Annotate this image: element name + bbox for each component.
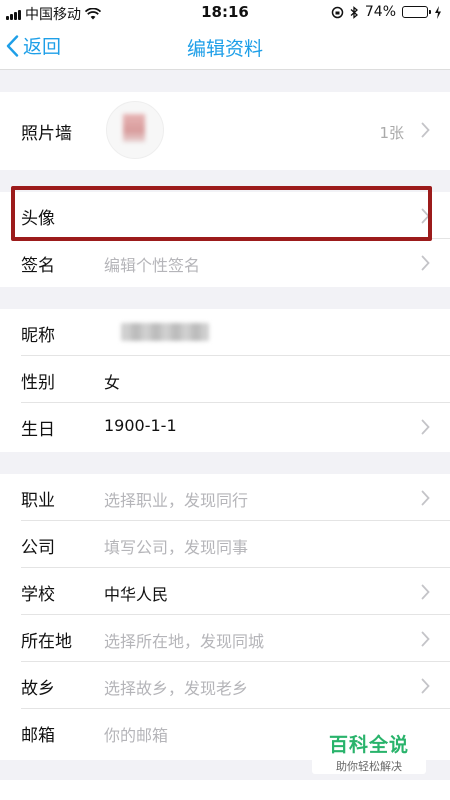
nickname-value-blurred <box>121 323 209 341</box>
email-placeholder: 你的邮箱 <box>104 726 169 745</box>
hometown-label: 故乡 <box>21 679 55 699</box>
location-row[interactable]: 所在地 选择所在地，发现同城 <box>21 615 450 662</box>
chevron-right-icon <box>421 678 430 694</box>
birthday-label: 生日 <box>21 420 55 440</box>
photo-wall-row[interactable]: 照片墙 1张 <box>21 92 450 170</box>
battery-icon <box>402 6 431 18</box>
signature-label: 签名 <box>21 256 55 276</box>
signature-placeholder: 编辑个性签名 <box>104 256 201 275</box>
birthday-value: 1900-1-1 <box>104 416 177 435</box>
nav-bar: 返回 编辑资料 <box>0 24 450 70</box>
chevron-right-icon <box>421 122 430 138</box>
photo-count: 1张 <box>379 124 404 142</box>
chevron-right-icon <box>421 631 430 647</box>
watermark-title: 百科全说 <box>328 734 409 756</box>
chevron-right-icon <box>421 255 430 271</box>
chevron-right-icon <box>421 490 430 506</box>
profile-group: 头像 签名 编辑个性签名 <box>0 192 450 287</box>
status-right: 74% <box>331 4 442 20</box>
photo-wall-group: 照片墙 1张 <box>0 92 450 170</box>
birthday-row[interactable]: 生日 1900-1-1 <box>21 403 450 450</box>
school-row[interactable]: 学校 中华人民 <box>21 568 450 615</box>
basic-info-group: 昵称 性别 女 生日 1900-1-1 <box>0 309 450 452</box>
photo-thumbnail[interactable] <box>106 101 164 159</box>
chevron-right-icon <box>421 419 430 435</box>
gender-row[interactable]: 性别 女 <box>21 356 450 403</box>
nickname-label: 昵称 <box>21 326 55 346</box>
chevron-right-icon <box>421 584 430 600</box>
hometown-placeholder: 选择故乡，发现老乡 <box>104 679 249 698</box>
partial-row <box>0 780 450 800</box>
rotation-lock-icon <box>331 6 344 18</box>
nickname-row[interactable]: 昵称 <box>21 309 450 356</box>
company-label: 公司 <box>21 538 55 558</box>
avatar-row[interactable]: 头像 <box>21 192 450 239</box>
location-placeholder: 选择所在地，发现同城 <box>104 632 265 651</box>
hometown-row[interactable]: 故乡 选择故乡，发现老乡 <box>21 662 450 709</box>
occupation-label: 职业 <box>21 491 55 511</box>
battery-percent: 74% <box>364 4 396 20</box>
watermark-logo: 百科全说 助你轻松解决 <box>312 726 426 774</box>
company-row[interactable]: 公司 填写公司，发现同事 <box>21 521 450 568</box>
gender-value: 女 <box>104 373 121 392</box>
photo-wall-label: 照片墙 <box>21 124 72 144</box>
avatar-label: 头像 <box>21 209 55 229</box>
location-label: 所在地 <box>21 632 72 652</box>
page-title: 编辑资料 <box>186 38 263 60</box>
watermark-subtitle: 助你轻松解决 <box>336 760 402 773</box>
chevron-right-icon <box>421 208 430 224</box>
occupation-placeholder: 选择职业，发现同行 <box>104 491 249 510</box>
signature-row[interactable]: 签名 编辑个性签名 <box>21 239 450 286</box>
details-group: 职业 选择职业，发现同行 公司 填写公司，发现同事 学校 中华人民 所在地 选择… <box>0 474 450 760</box>
charging-icon <box>435 5 441 19</box>
status-bar: 中国移动 18:16 74% <box>0 0 450 24</box>
company-placeholder: 填写公司，发现同事 <box>104 538 249 557</box>
bluetooth-icon <box>350 5 358 19</box>
school-label: 学校 <box>21 585 55 605</box>
email-label: 邮箱 <box>21 726 55 746</box>
gender-label: 性别 <box>21 373 55 393</box>
occupation-row[interactable]: 职业 选择职业，发现同行 <box>21 474 450 521</box>
school-value: 中华人民 <box>104 585 169 604</box>
